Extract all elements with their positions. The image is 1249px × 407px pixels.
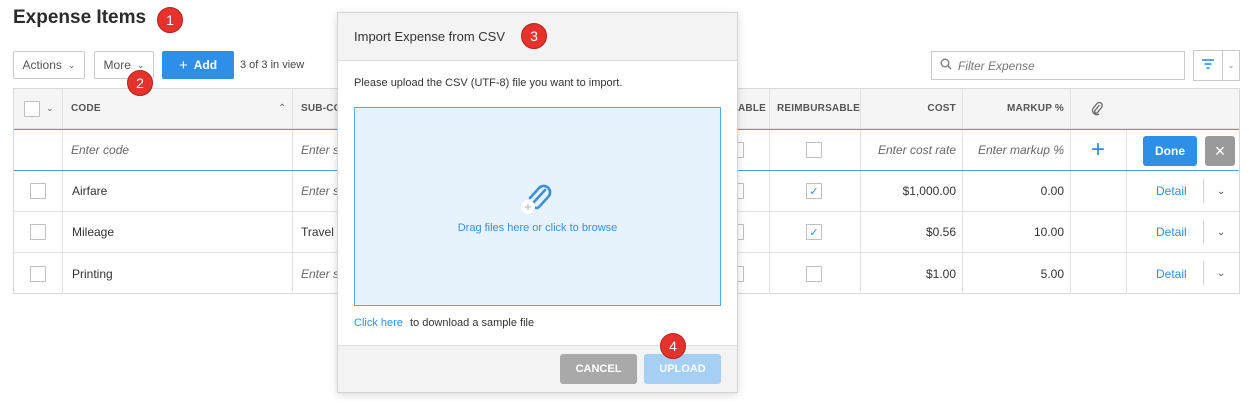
chevron-down-icon[interactable]: ⌄	[1217, 253, 1225, 294]
callout-badge-2: 2	[127, 70, 153, 96]
plus-icon: +	[178, 56, 188, 74]
row-markup: 5.00	[1040, 266, 1064, 281]
row-markup: 10.00	[1033, 225, 1064, 239]
row-sub-code[interactable]: Travel	[301, 212, 334, 252]
sample-file-line: Click here to download a sample file	[354, 317, 534, 329]
chevron-up-icon[interactable]: ⌃	[278, 89, 286, 128]
modal-description: Please upload the CSV (UTF-8) file you w…	[354, 77, 623, 89]
filter-dropdown-toggle[interactable]: ⌄	[1223, 50, 1240, 81]
row-cost: $0.56	[925, 225, 956, 239]
row-checkbox[interactable]	[30, 183, 46, 199]
row-code: Airfare	[72, 184, 108, 198]
checkmark-icon: ✓	[809, 185, 819, 198]
detail-link[interactable]: Detail	[1156, 253, 1187, 294]
filter-button[interactable]	[1193, 50, 1223, 81]
done-button[interactable]: Done	[1143, 136, 1197, 166]
sample-text: to download a sample file	[409, 317, 535, 329]
chevron-down-icon: ⌄	[136, 59, 145, 70]
row-cost: $1.00	[925, 266, 956, 281]
filter-input[interactable]	[958, 58, 1168, 73]
row-code: Printing	[72, 266, 113, 281]
callout-badge-3: 3	[521, 23, 547, 49]
upload-button[interactable]: UPLOAD	[644, 354, 721, 384]
reimbursable-checkbox[interactable]: ✓	[806, 224, 822, 240]
add-button[interactable]: + Add	[162, 51, 234, 79]
filter-box[interactable]	[931, 51, 1185, 80]
modal-title: Import Expense from CSV	[354, 29, 505, 44]
paperclip-icon	[520, 180, 560, 223]
sample-download-link[interactable]: Click here	[354, 317, 403, 329]
row-cost: $1,000.00	[902, 184, 956, 198]
chevron-down-icon[interactable]: ⌄	[46, 89, 54, 128]
more-label: More	[103, 58, 131, 72]
select-all-checkbox[interactable]	[24, 100, 40, 117]
markup-input[interactable]: Enter markup %	[962, 130, 1064, 170]
actions-button[interactable]: Actions ⌄	[13, 51, 85, 79]
row-code: Mileage	[72, 225, 115, 239]
file-dropzone[interactable]: Drag files here or click to browse	[354, 107, 721, 306]
row-checkbox[interactable]	[30, 224, 46, 240]
page-title: Expense Items	[13, 7, 147, 28]
cost-input[interactable]: Enter cost rate	[860, 130, 956, 170]
row-markup: 0.00	[1040, 184, 1064, 198]
search-icon	[940, 58, 952, 73]
sub-code-input[interactable]: Enter s	[301, 130, 339, 170]
header-markup[interactable]: MARKUP %	[962, 89, 1064, 128]
close-icon[interactable]: ×	[1205, 136, 1235, 166]
attach-plus-icon[interactable]: +	[1091, 130, 1105, 170]
callout-badge-1: 1	[157, 7, 183, 33]
filter-icon	[1201, 58, 1215, 73]
view-count: 3 of 3 in view	[240, 59, 305, 71]
detail-link[interactable]: Detail	[1156, 212, 1187, 252]
dropzone-text: Drag files here or click to browse	[457, 222, 618, 234]
chevron-down-icon: ⌄	[1227, 61, 1235, 70]
row-sub-code[interactable]: Enter s	[301, 171, 339, 211]
add-label: Add	[193, 58, 218, 72]
paperclip-icon	[1091, 89, 1103, 128]
chevron-down-icon: ⌄	[67, 59, 76, 70]
actions-label: Actions	[22, 58, 62, 72]
cancel-button[interactable]: CANCEL	[560, 354, 637, 384]
checkmark-icon: ✓	[809, 226, 819, 239]
chevron-down-icon[interactable]: ⌄	[1217, 171, 1225, 211]
header-billable[interactable]: ABLE	[738, 89, 766, 128]
reimbursable-checkbox[interactable]	[806, 142, 822, 158]
detail-link[interactable]: Detail	[1156, 171, 1187, 211]
header-code[interactable]: CODE	[71, 89, 101, 128]
header-sub-code[interactable]: SUB-CO	[301, 89, 342, 128]
reimbursable-checkbox[interactable]: ✓	[806, 183, 822, 199]
chevron-down-icon[interactable]: ⌄	[1217, 212, 1225, 252]
header-cost[interactable]: COST	[860, 89, 956, 128]
code-input[interactable]: Enter code	[71, 130, 129, 170]
header-reimbursable[interactable]: REIMBURSABLE	[777, 89, 860, 128]
callout-badge-4: 4	[660, 333, 686, 359]
row-checkbox[interactable]	[30, 265, 46, 282]
row-sub-code[interactable]: Enter s	[301, 253, 339, 294]
reimbursable-checkbox[interactable]	[806, 265, 822, 282]
